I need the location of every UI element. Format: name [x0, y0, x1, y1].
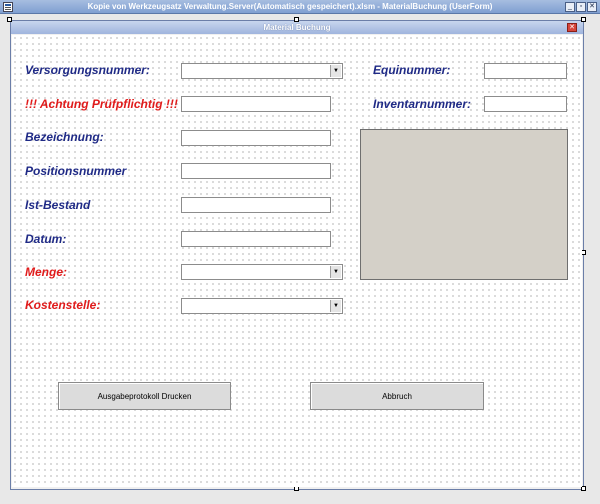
resize-handle-top-left[interactable]	[7, 17, 12, 22]
label-achtung-pruefpflichtig: !!! Achtung Prüfpflichtig !!!	[25, 97, 178, 111]
label-versorgungsnummer: Versorgungsnummer:	[25, 63, 150, 77]
label-datum: Datum:	[25, 232, 67, 246]
positionsnummer-textbox[interactable]	[181, 163, 331, 179]
versorgungsnummer-combobox[interactable]: ▼	[181, 63, 343, 79]
abbruch-button[interactable]: Abbruch	[310, 382, 484, 410]
label-ist-bestand: Ist-Bestand	[25, 198, 91, 212]
resize-handle-top-right[interactable]	[581, 17, 586, 22]
restore-button[interactable]: ▫	[576, 2, 586, 12]
equinummer-textbox[interactable]	[484, 63, 567, 79]
minimize-button[interactable]: _	[565, 2, 575, 12]
window-close-button[interactable]: ✕	[587, 2, 597, 12]
chevron-down-icon[interactable]: ▼	[330, 266, 341, 278]
ist-bestand-textbox[interactable]	[181, 197, 331, 213]
label-menge: Menge:	[25, 265, 67, 279]
chevron-down-icon[interactable]: ▼	[330, 65, 341, 77]
achtung-textbox[interactable]	[181, 96, 331, 112]
excel-form-icon	[3, 2, 13, 12]
label-positionsnummer: Positionsnummer	[25, 164, 127, 178]
form-close-button[interactable]: ✕	[567, 23, 577, 32]
bezeichnung-textbox[interactable]	[181, 130, 331, 146]
kostenstelle-combobox[interactable]: ▼	[181, 298, 343, 314]
label-kostenstelle: Kostenstelle:	[25, 298, 101, 312]
image-control[interactable]	[360, 129, 568, 280]
label-equinummer: Equinummer:	[373, 63, 451, 77]
menge-combobox[interactable]: ▼	[181, 264, 343, 280]
label-inventarnummer: Inventarnummer:	[373, 97, 472, 111]
chevron-down-icon[interactable]: ▼	[330, 300, 341, 312]
inventarnummer-textbox[interactable]	[484, 96, 567, 112]
resize-handle-top[interactable]	[294, 17, 299, 22]
ausgabeprotokoll-drucken-button[interactable]: Ausgabeprotokoll Drucken	[58, 382, 231, 410]
window-title: Kopie von Werkzeugsatz Verwaltung.Server…	[87, 2, 493, 11]
label-bezeichnung: Bezeichnung:	[25, 130, 104, 144]
datum-textbox[interactable]	[181, 231, 331, 247]
form-title: Material Buchung	[263, 23, 331, 32]
